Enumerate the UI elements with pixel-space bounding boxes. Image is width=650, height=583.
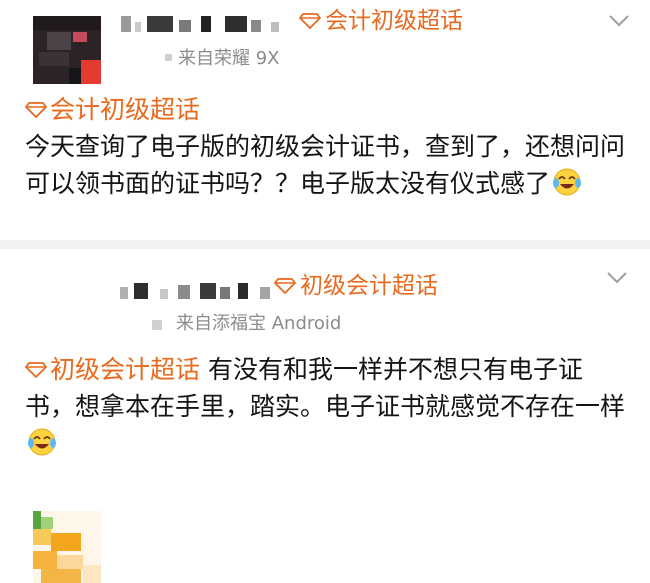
source-dot: [165, 54, 172, 61]
laugh-cry-emoji-icon: [28, 428, 56, 456]
diamond-gem-icon: [25, 362, 47, 378]
username-blurred[interactable]: [121, 16, 291, 32]
post-source-label: 来自添福宝 Android: [176, 313, 342, 334]
chevron-down-icon[interactable]: [608, 14, 630, 28]
diamond-gem-icon: [25, 102, 47, 118]
avatar[interactable]: [33, 511, 101, 583]
post-content: 会计初级超话 今天查询了电子版的初级会计证书，查到了，还想问问可以领书面的证书吗…: [25, 91, 630, 202]
laugh-cry-emoji-icon: [553, 168, 582, 196]
post-text: 今天查询了电子版的初级会计证书，查到了，还想问问可以领书面的证书吗？？电子版太没…: [25, 132, 626, 198]
username-blurred[interactable]: [120, 283, 272, 299]
header-super-topic-label: 会计初级超话: [325, 8, 463, 34]
content-super-topic-link[interactable]: 初级会计超话: [25, 355, 200, 384]
content-super-topic-label: 会计初级超话: [50, 95, 201, 124]
content-super-topic-label: 初级会计超话: [50, 355, 201, 384]
feed-post: 初级会计超话 来自添福宝 Android 初级会计超话 有没有和我一样并不想只有…: [0, 249, 650, 583]
post-source: 来自添福宝 Android: [176, 313, 341, 335]
post-source-label: 来自荣耀 9X: [178, 48, 280, 69]
header-super-topic-label: 初级会计超话: [300, 273, 438, 299]
username-blurred-mark: [152, 320, 164, 332]
header-super-topic-link[interactable]: 会计初级超话: [299, 6, 463, 36]
post-separator: [0, 240, 650, 249]
post-source: 来自荣耀 9X: [165, 48, 280, 70]
diamond-gem-icon: [274, 278, 296, 294]
diamond-gem-icon: [299, 13, 321, 29]
post-content: 初级会计超话 有没有和我一样并不想只有电子证书，想拿本在手里，踏实。电子证书就感…: [25, 351, 630, 462]
content-super-topic-link[interactable]: 会计初级超话: [25, 95, 200, 124]
header-super-topic-link[interactable]: 初级会计超话: [274, 271, 438, 301]
chevron-down-icon[interactable]: [606, 271, 628, 285]
feed-post: 会计初级超话 来自荣耀 9X 会计初级超话 今天查询了电子版的初级会计证书，查到…: [0, 0, 650, 240]
avatar[interactable]: [33, 16, 101, 84]
